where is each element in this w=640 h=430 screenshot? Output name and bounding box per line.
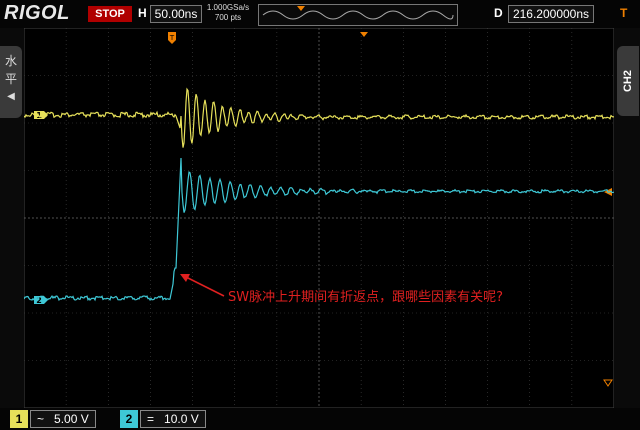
brand-logo: RIGOL [4,2,70,24]
memory-depth: 700 pts [214,13,242,22]
channel-status-bar: 1 ~ 5.00 V 2 = 10.0 V [0,408,640,430]
trigger-type-icon: T [620,6,628,20]
channel1-coupling: ~ [37,412,45,426]
channel2-number: 2 [120,410,138,428]
channel2-status[interactable]: 2 = 10.0 V [120,410,220,428]
channel2-scale: 10.0 V [164,412,199,426]
run-stop-indicator[interactable]: STOP [88,6,132,22]
annotation-text: SW脉冲上升期间有折返点，跟哪些因素有关呢? [228,290,503,305]
waveform-display[interactable]: T 1 2 SW脉冲上升期间有折返点，跟哪些因素有关呢? [24,28,614,408]
chevron-right-icon: ◀ [7,91,15,102]
memory-overview-waveform [262,6,454,20]
channel1-scale: 5.00 V [54,412,89,426]
trigger-position-marker [297,6,305,11]
channel1-number: 1 [10,410,28,428]
timebase-label: H [138,6,147,20]
sample-rate: 1.000GSa/s [206,3,250,12]
memory-overview-strip[interactable] [258,4,458,26]
trigger-position-letter: T [169,34,175,42]
delay-value[interactable]: 216.200000ns [508,5,594,23]
right-side-panel: CH2 [614,28,640,408]
tab-label-line2: 平 [4,72,17,86]
channel2-setting: = 10.0 V [140,410,206,428]
channel1-setting: ~ 5.00 V [30,410,96,428]
acquisition-info: 1.000GSa/s 700 pts [206,3,250,23]
channel2-coupling: = [147,412,155,426]
channel2-menu-tab[interactable]: CH2 [617,46,639,116]
horizontal-menu-tab[interactable]: 水 平 ◀ [0,46,22,118]
channel2-tab-label: CH2 [622,69,634,93]
delay-label: D [494,6,503,20]
timebase-value[interactable]: 50.00ns [150,5,202,23]
channel1-status[interactable]: 1 ~ 5.00 V [10,410,110,428]
tab-label-line1: 水 [4,54,17,68]
left-side-panel: 水 平 ◀ [0,28,24,408]
top-status-bar: RIGOL STOP H 50.00ns 1.000GSa/s 700 pts … [0,0,640,28]
